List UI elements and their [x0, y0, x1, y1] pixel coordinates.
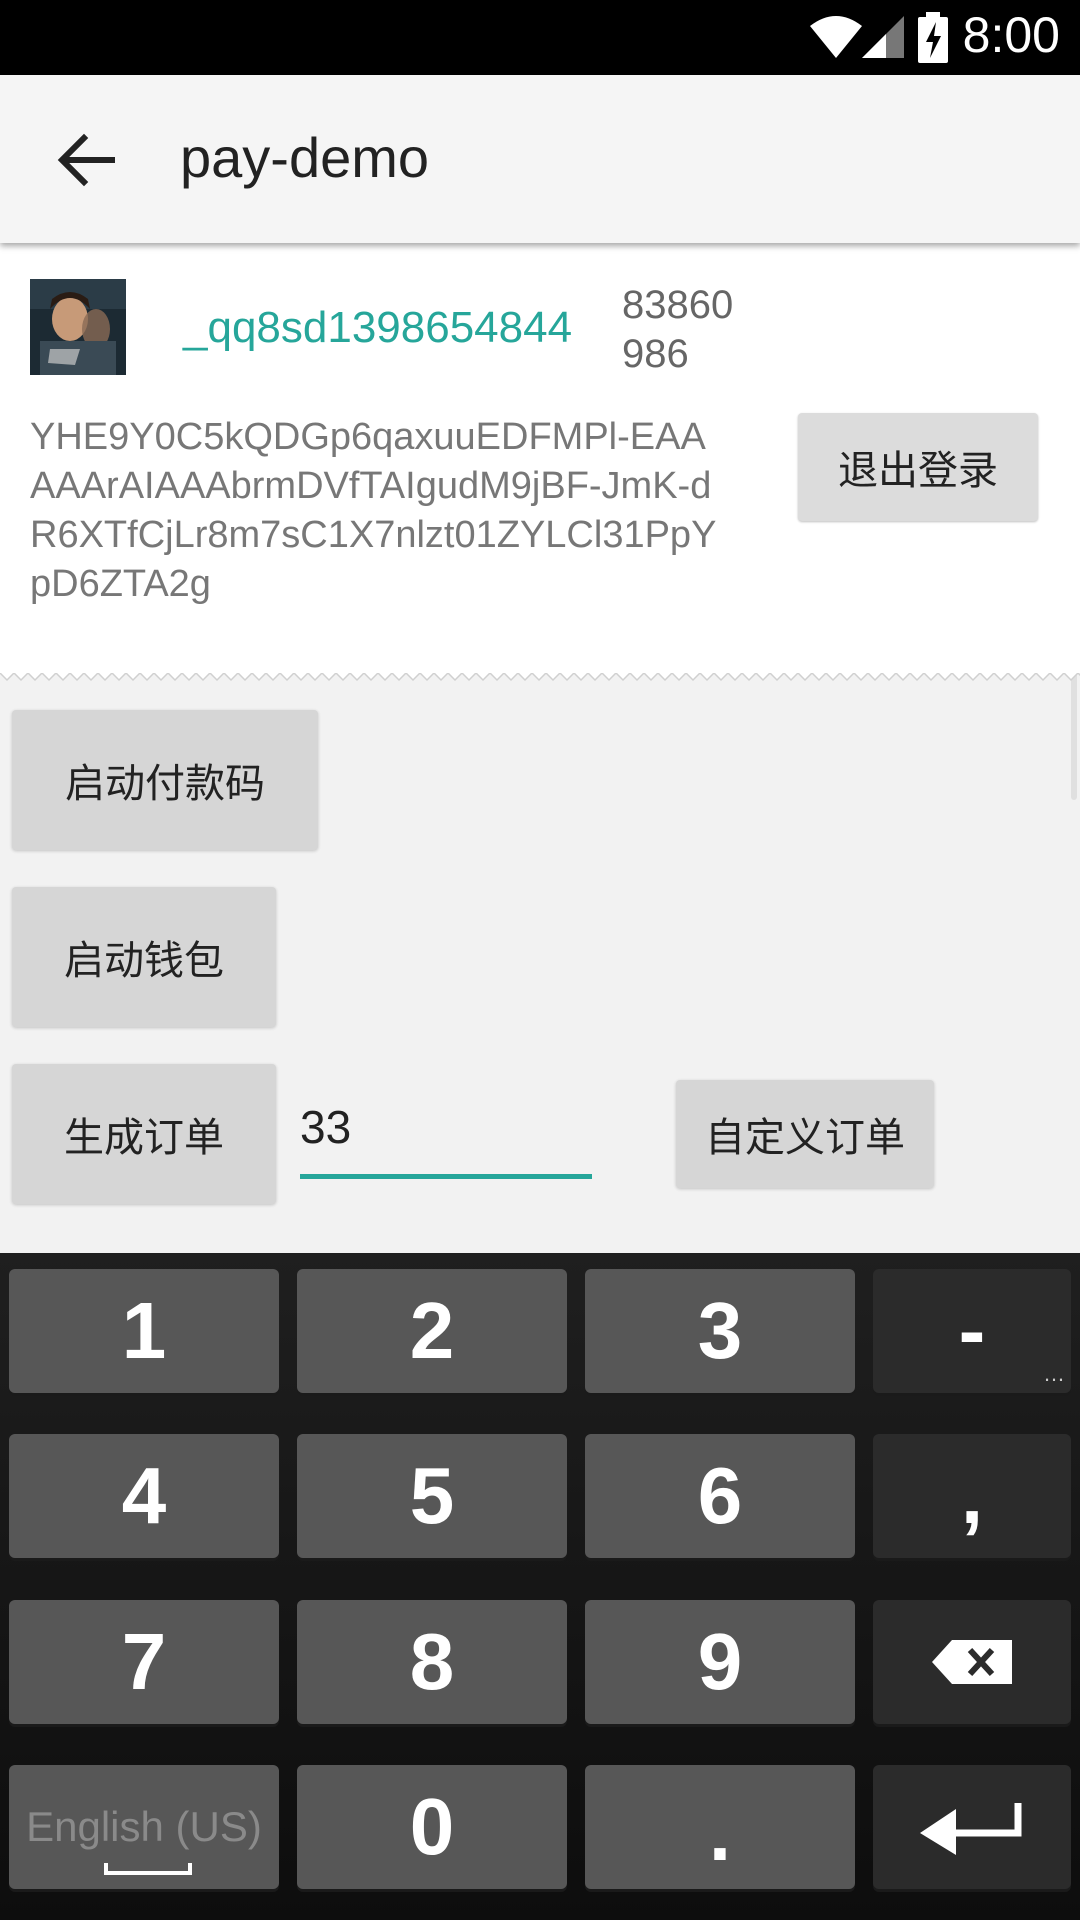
key-period[interactable]: . [585, 1765, 855, 1889]
logout-button[interactable]: 退出登录 [798, 413, 1038, 521]
avatar [30, 279, 126, 375]
user-card: _qq8sd1398654844 83860986 YHE9Y0C5kQDGp6… [0, 243, 1080, 673]
key-4[interactable]: 4 [9, 1434, 279, 1558]
more-symbols-icon: … [1043, 1361, 1065, 1386]
key-3[interactable]: 3 [585, 1269, 855, 1393]
clock: 8:00 [962, 7, 1060, 63]
key-minus-label: - [958, 1286, 986, 1375]
amount-input[interactable]: 33 [300, 1100, 592, 1179]
custom-order-button[interactable]: 自定义订单 [676, 1080, 934, 1188]
key-1[interactable]: 1 [9, 1269, 279, 1393]
key-minus[interactable]: - … [873, 1269, 1071, 1393]
user-id: 83860986 [622, 283, 734, 376]
key-space[interactable]: English (US) [9, 1765, 279, 1889]
page-title: pay-demo [180, 126, 430, 189]
key-7[interactable]: 7 [9, 1600, 279, 1724]
app-bar: pay-demo [0, 75, 1080, 243]
battery-charging-icon [918, 12, 948, 63]
username: _qq8sd1398654844 [183, 303, 573, 352]
key-enter[interactable] [873, 1765, 1071, 1889]
key-backspace[interactable] [873, 1600, 1071, 1724]
access-token: YHE9Y0C5kQDGp6qaxuuEDFMPl-EAAAAArAIAAAbr… [30, 416, 717, 605]
space-icon [104, 1863, 192, 1875]
numeric-keyboard: 1 2 3 - … 4 5 6 , 7 8 9 English (US) 0 . [0, 1253, 1080, 1920]
wifi-icon [810, 16, 862, 58]
key-5[interactable]: 5 [297, 1434, 567, 1558]
key-0[interactable]: 0 [297, 1765, 567, 1889]
key-6[interactable]: 6 [585, 1434, 855, 1558]
key-8[interactable]: 8 [297, 1600, 567, 1724]
key-comma[interactable]: , [873, 1434, 1071, 1558]
key-9[interactable]: 9 [585, 1600, 855, 1724]
backspace-icon [932, 1640, 1012, 1684]
signal-icon [862, 16, 904, 58]
start-paycode-button[interactable]: 启动付款码 [12, 710, 318, 850]
arrow-back-icon[interactable] [52, 125, 122, 195]
create-order-button[interactable]: 生成订单 [12, 1064, 276, 1204]
status-bar: 8:00 [0, 0, 1080, 75]
keyboard-language-label: English (US) [26, 1803, 262, 1850]
enter-icon [920, 1803, 1022, 1855]
start-wallet-button[interactable]: 启动钱包 [12, 887, 276, 1027]
key-2[interactable]: 2 [297, 1269, 567, 1393]
amount-value: 33 [300, 1101, 352, 1153]
card-edge-divider [0, 673, 1080, 687]
